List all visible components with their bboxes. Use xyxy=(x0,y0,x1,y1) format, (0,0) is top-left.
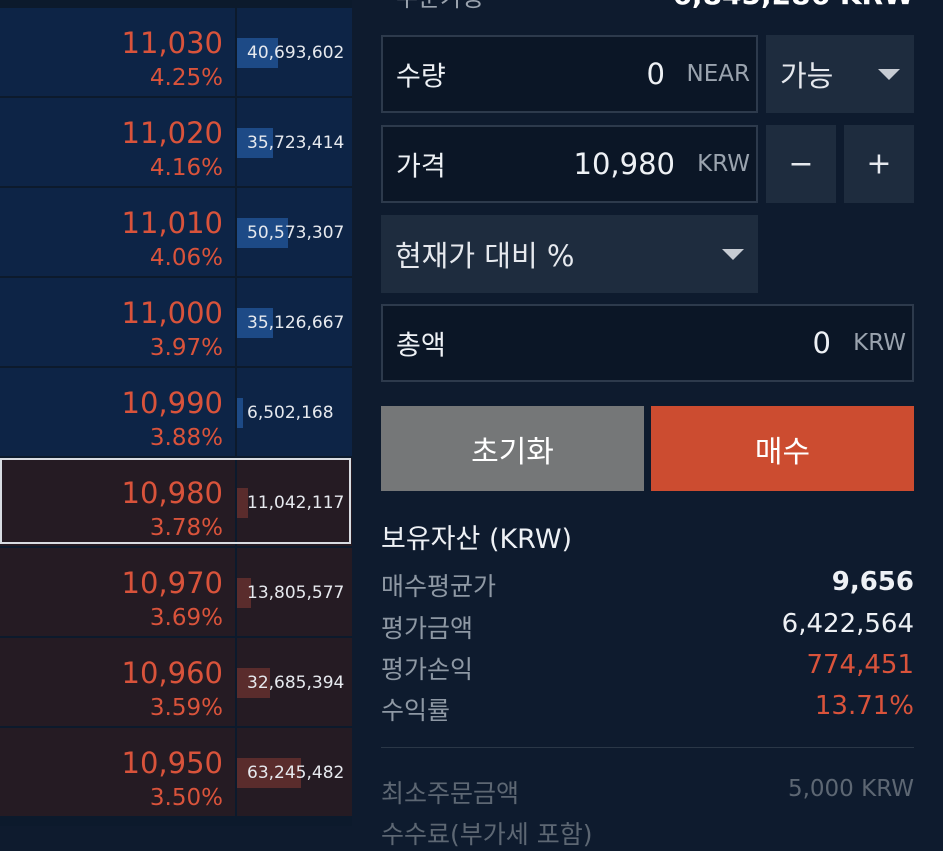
plus-icon: + xyxy=(866,146,892,182)
reset-button-label: 초기화 xyxy=(471,434,554,470)
order-book-row-ask[interactable]: 11,010 4.06% 50,573,307 xyxy=(0,188,352,276)
available-dropdown[interactable]: 가능 xyxy=(766,35,914,113)
order-price: 11,030 xyxy=(121,26,223,60)
order-volume: 35,723,414 xyxy=(247,133,345,153)
order-book-row-bid[interactable]: 10,970 3.69% 13,805,577 xyxy=(0,548,352,636)
volume-cell: 35,723,414 xyxy=(237,98,352,186)
min-order-row: 최소주문금액 5,000 KRW xyxy=(381,774,914,808)
total-label: 총액 xyxy=(396,330,446,362)
order-book: 11,030 4.25% 40,693,602 11,020 4.16% 35,723,4… xyxy=(0,0,352,826)
volume-cell: 32,685,394 xyxy=(237,638,352,726)
volume-cell: 6,502,168 xyxy=(237,368,352,456)
chevron-down-icon xyxy=(878,69,900,80)
price-field[interactable]: 가격 10,980 KRW xyxy=(381,125,758,203)
order-volume: 40,693,602 xyxy=(247,43,345,63)
eval-amount-label: 평가금액 xyxy=(381,614,474,643)
order-book-row-bid[interactable]: 10,950 3.50% 63,245,482 xyxy=(0,728,352,816)
holding-avg-price-row: 매수평균가 9,656 xyxy=(381,567,914,601)
volume-cell: 35,126,667 xyxy=(237,278,352,366)
chevron-down-icon xyxy=(722,249,744,260)
order-volume: 35,126,667 xyxy=(247,313,345,333)
order-price: 11,020 xyxy=(121,116,223,150)
order-change-percent: 4.16% xyxy=(149,155,223,181)
price-label: 가격 xyxy=(396,151,446,183)
return-rate-value: 13.71% xyxy=(814,691,914,721)
minus-icon: − xyxy=(788,146,814,182)
min-order-value: 5,000 KRW xyxy=(787,776,914,802)
order-change-percent: 3.97% xyxy=(149,335,223,361)
order-change-percent: 4.06% xyxy=(149,245,223,271)
total-value: 0 xyxy=(812,326,831,360)
order-book-row-ask[interactable]: 11,020 4.16% 35,723,414 xyxy=(0,98,352,186)
price-cell[interactable]: 11,020 4.16% xyxy=(0,98,235,186)
quantity-unit: NEAR xyxy=(686,61,750,87)
order-price: 10,990 xyxy=(121,386,223,420)
order-change-percent: 4.25% xyxy=(149,65,223,91)
holding-eval-pnl-row: 평가손익 774,451 xyxy=(381,650,914,684)
price-cell[interactable]: 11,010 4.06% xyxy=(0,188,235,276)
order-book-row-bid[interactable]: 10,960 3.59% 32,685,394 xyxy=(0,638,352,726)
order-change-percent: 3.50% xyxy=(149,785,223,811)
order-book-row-ask[interactable]: 11,030 4.25% 40,693,602 xyxy=(0,8,352,96)
price-cell[interactable]: 10,970 3.69% xyxy=(0,548,235,636)
quantity-value: 0 xyxy=(646,57,665,91)
price-cell[interactable]: 10,990 3.88% xyxy=(0,368,235,456)
percent-select-label: 현재가 대비 % xyxy=(395,239,575,273)
price-cell[interactable]: 11,030 4.25% xyxy=(0,8,235,96)
price-value: 10,980 xyxy=(573,147,675,181)
reset-button[interactable]: 초기화 xyxy=(381,406,644,491)
price-cell[interactable]: 10,950 3.50% xyxy=(0,728,235,816)
order-price: 11,000 xyxy=(121,296,223,330)
order-volume: 50,573,307 xyxy=(247,223,345,243)
order-book-row-ask[interactable]: 11,000 3.97% 35,126,667 xyxy=(0,278,352,366)
order-price: 11,010 xyxy=(121,206,223,240)
order-volume: 63,245,482 xyxy=(247,763,345,783)
price-cell[interactable]: 10,960 3.59% xyxy=(0,638,235,726)
min-order-label: 최소주문금액 xyxy=(381,779,520,808)
volume-cell: 40,693,602 xyxy=(237,8,352,96)
fee-label: 수수료(부가세 포함) xyxy=(381,820,593,849)
order-book-row-ask[interactable]: 10,990 3.88% 6,502,168 xyxy=(0,368,352,456)
buy-button[interactable]: 매수 xyxy=(651,406,914,491)
eval-amount-value: 6,422,564 xyxy=(781,609,914,639)
current-price-highlight xyxy=(0,458,351,544)
order-volume: 6,502,168 xyxy=(247,403,334,423)
percent-of-current-price-select[interactable]: 현재가 대비 % xyxy=(381,215,758,293)
price-unit: KRW xyxy=(697,151,750,177)
holdings-title: 보유자산 (KRW) xyxy=(381,524,573,555)
avg-price-label: 매수평균가 xyxy=(381,572,497,601)
price-decrease-button[interactable]: − xyxy=(766,125,836,203)
total-unit: KRW xyxy=(853,330,906,356)
order-book-row-current[interactable]: 10,980 3.78% 11,042,117 xyxy=(0,458,352,546)
price-increase-button[interactable]: + xyxy=(844,125,914,203)
available-balance-row: 주문가능 6,845,286 KRW xyxy=(380,0,914,12)
volume-bar xyxy=(237,398,243,428)
quantity-field[interactable]: 수량 0 NEAR xyxy=(381,35,758,113)
order-change-percent: 3.69% xyxy=(149,605,223,631)
order-volume: 13,805,577 xyxy=(247,583,345,603)
total-field[interactable]: 총액 0 KRW xyxy=(381,304,914,382)
available-balance-value: 6,845,286 KRW xyxy=(672,0,914,11)
volume-cell: 13,805,577 xyxy=(237,548,352,636)
order-volume: 32,685,394 xyxy=(247,673,345,693)
return-rate-label: 수익률 xyxy=(381,696,451,725)
volume-cell: 50,573,307 xyxy=(237,188,352,276)
order-change-percent: 3.88% xyxy=(149,425,223,451)
holding-eval-amount-row: 평가금액 6,422,564 xyxy=(381,609,914,643)
order-change-percent: 3.59% xyxy=(149,695,223,721)
buy-button-label: 매수 xyxy=(754,434,811,470)
divider xyxy=(381,747,914,748)
eval-pnl-value: 774,451 xyxy=(806,650,914,680)
volume-cell: 63,245,482 xyxy=(237,728,352,816)
eval-pnl-label: 평가손익 xyxy=(381,655,474,684)
price-cell[interactable]: 11,000 3.97% xyxy=(0,278,235,366)
order-price: 10,970 xyxy=(121,566,223,600)
available-balance-label: 주문가능 xyxy=(396,0,484,13)
avg-price-value: 9,656 xyxy=(831,567,914,597)
quantity-label: 수량 xyxy=(396,61,446,93)
holding-return-rate-row: 수익률 13.71% xyxy=(381,691,914,725)
order-price: 10,950 xyxy=(121,746,223,780)
order-price: 10,960 xyxy=(121,656,223,690)
